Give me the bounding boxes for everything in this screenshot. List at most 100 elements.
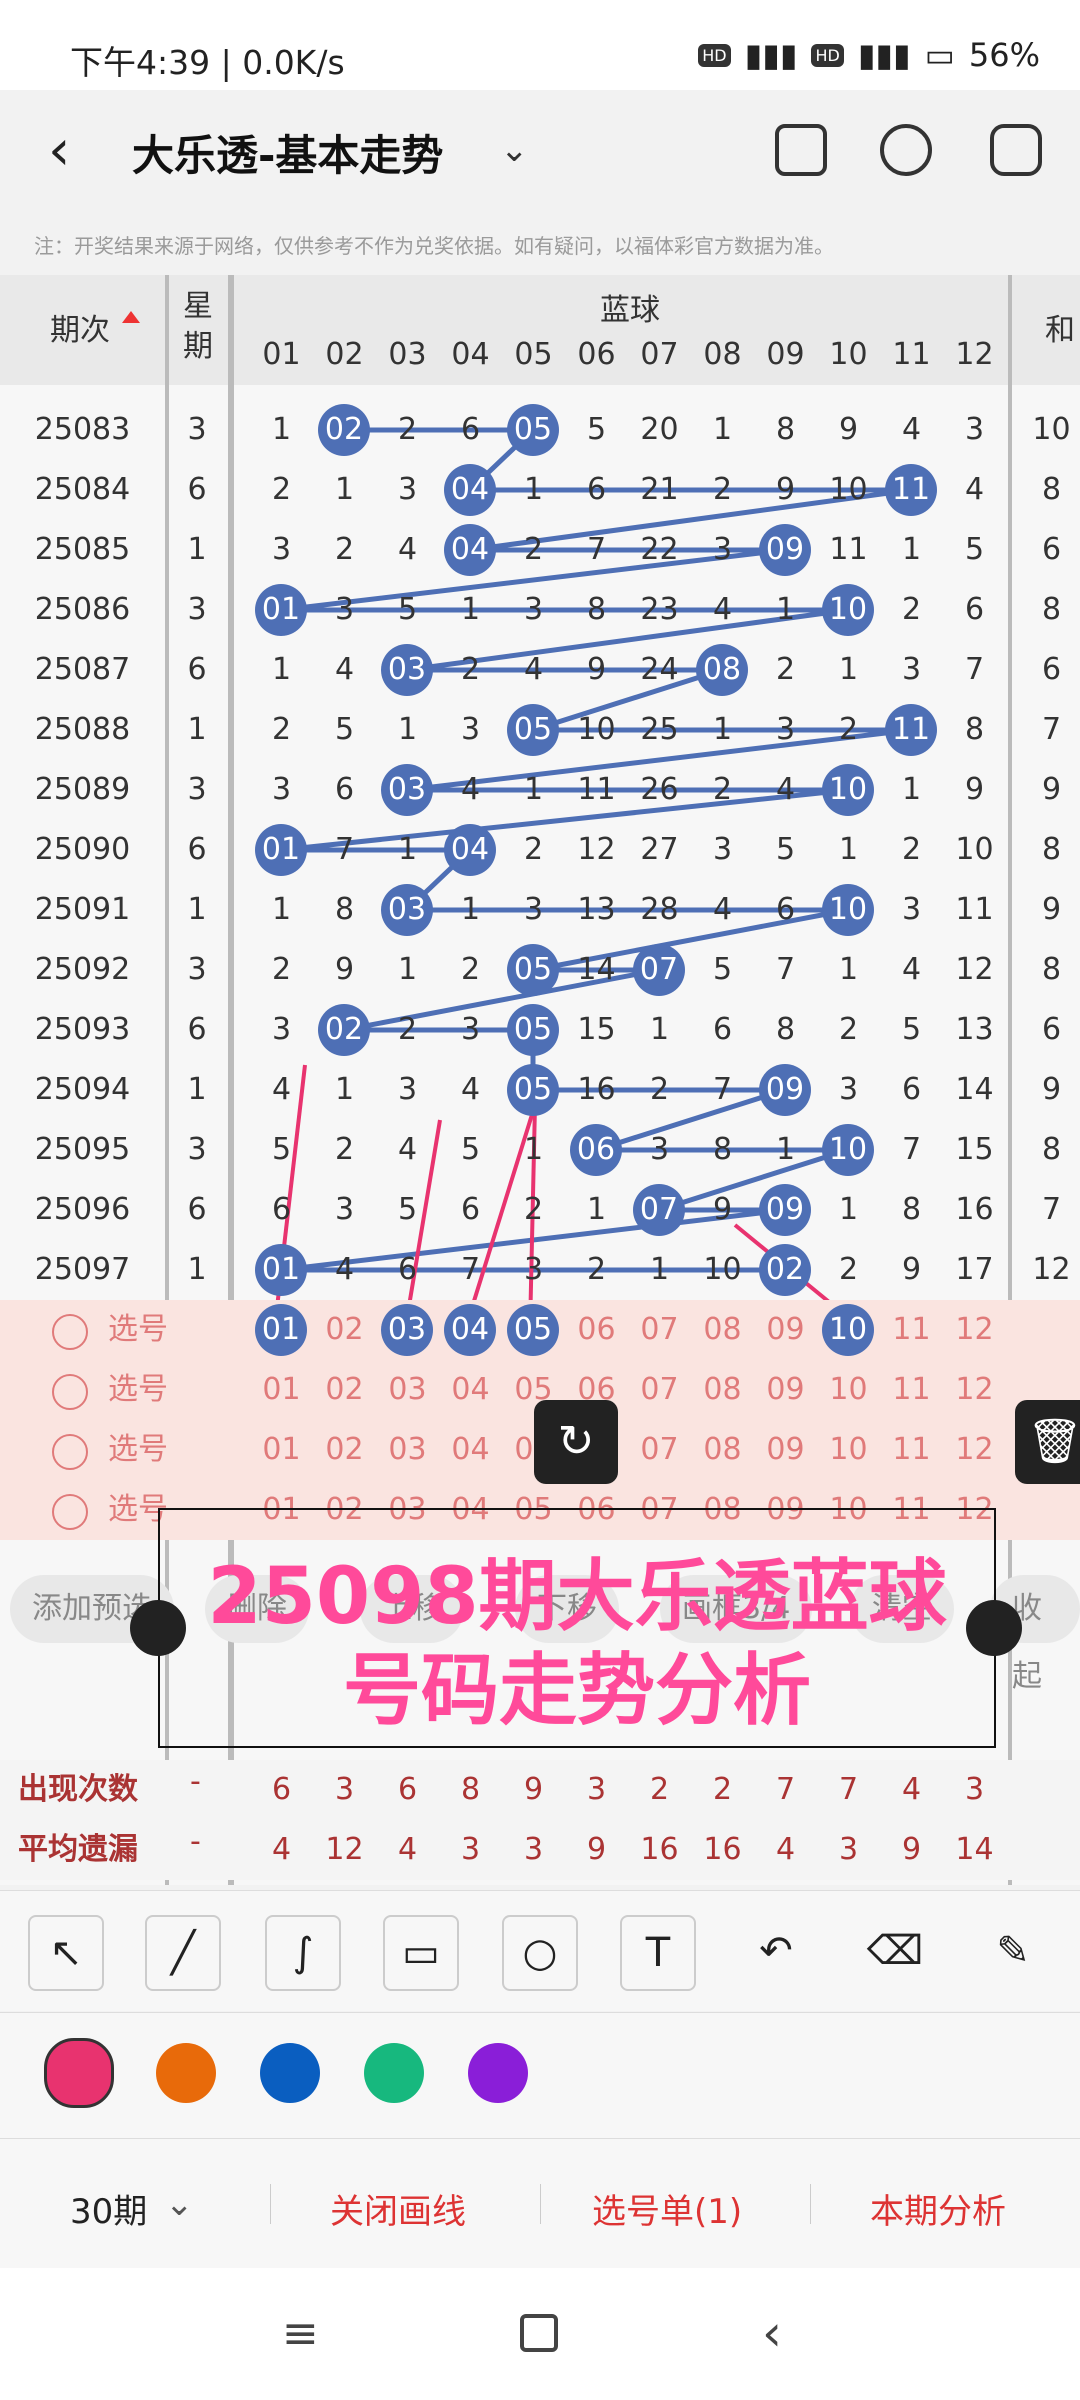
pick-radio[interactable] [52, 1434, 88, 1470]
pick-row[interactable]: 选号 010203040506070809101112 [0, 1300, 1080, 1360]
miss-cell: 2 [334, 532, 355, 567]
avg-miss: 9 [586, 1832, 607, 1867]
miss-cell: 1 [271, 892, 292, 927]
table-row: 25093 6 3 02 2 3 05 15 1 6 8 2 5 13 6 [0, 1000, 1080, 1060]
miss-cell: 1 [334, 472, 355, 507]
blue-ball: 03 [381, 884, 433, 936]
pick-number[interactable]: 07 [628, 1300, 691, 1360]
color-swatch-green[interactable] [364, 2043, 424, 2103]
pick-number[interactable]: 09 [754, 1300, 817, 1360]
settings-icon[interactable] [990, 124, 1042, 176]
eraser-icon[interactable]: ⌫ [857, 1915, 933, 1991]
pick-number[interactable]: 10 [817, 1420, 880, 1480]
pick-number[interactable]: 06 [565, 1300, 628, 1360]
row-sum: 9 [1041, 1072, 1062, 1107]
appear-dash: - [190, 1764, 201, 1799]
miss-cell: 4 [775, 772, 796, 807]
miss-cell: 24 [640, 652, 679, 687]
circle-tool-icon[interactable]: ○ [502, 1915, 578, 1991]
period-selector[interactable]: 30期 [70, 2184, 147, 2233]
miss-cell: 2 [460, 652, 481, 687]
pick-number[interactable]: 02 [313, 1420, 376, 1480]
pick-number[interactable]: 04 [439, 1360, 502, 1420]
annotation-text-box[interactable]: 25098期大乐透蓝球 号码走势分析 [158, 1508, 996, 1748]
hd-icon-2: HD [811, 43, 844, 67]
pick-number[interactable]: 11 [880, 1360, 943, 1420]
miss-cell: 1 [397, 832, 418, 867]
pick-number[interactable]: 02 [313, 1360, 376, 1420]
clear-brush-icon[interactable]: ✎ [975, 1915, 1051, 1991]
color-swatch-orange[interactable] [156, 2043, 216, 2103]
pick-number[interactable]: 03 [376, 1420, 439, 1480]
pick-number[interactable]: 12 [943, 1300, 1006, 1360]
miss-cell: 5 [586, 412, 607, 447]
color-swatch-purple[interactable] [468, 2043, 528, 2103]
selected-ball[interactable]: 03 [381, 1304, 433, 1356]
resize-handle-right[interactable] [966, 1600, 1022, 1656]
miss-cell: 2 [712, 772, 733, 807]
selected-ball[interactable]: 04 [444, 1304, 496, 1356]
pick-number[interactable]: 11 [880, 1420, 943, 1480]
row-sum: 9 [1041, 772, 1062, 807]
rect-tool-icon[interactable]: ▭ [383, 1915, 459, 1991]
pick-number[interactable]: 08 [691, 1300, 754, 1360]
text-tool-icon[interactable]: T [620, 1915, 696, 1991]
miss-cell: 7 [901, 1132, 922, 1167]
row-week: 3 [187, 1132, 207, 1167]
pick-number[interactable]: 04 [439, 1420, 502, 1480]
pick-number[interactable]: 12 [943, 1420, 1006, 1480]
pick-number[interactable]: 11 [880, 1300, 943, 1360]
home-icon[interactable] [520, 2314, 558, 2352]
pick-number[interactable]: 03 [376, 1360, 439, 1420]
pick-number[interactable]: 09 [754, 1360, 817, 1420]
pick-number[interactable]: 07 [628, 1420, 691, 1480]
color-swatch-blue[interactable] [260, 2043, 320, 2103]
pick-number[interactable]: 08 [691, 1360, 754, 1420]
back-icon[interactable]: ‹ [48, 118, 70, 183]
pick-number[interactable]: 01 [250, 1360, 313, 1420]
pick-radio[interactable] [52, 1374, 88, 1410]
curve-tool-icon[interactable]: ∫ [265, 1915, 341, 1991]
pick-list-button[interactable]: 选号单(1) [592, 2184, 742, 2233]
blue-ball: 03 [381, 764, 433, 816]
miss-cell: 3 [523, 892, 544, 927]
trash-icon[interactable]: 🗑 [1015, 1400, 1080, 1484]
share-icon[interactable] [880, 124, 932, 176]
analysis-button[interactable]: 本期分析 [870, 2184, 1006, 2233]
selected-ball[interactable]: 01 [255, 1304, 307, 1356]
selected-ball[interactable]: 10 [822, 1304, 874, 1356]
resize-handle-left[interactable] [130, 1600, 186, 1656]
pick-number[interactable]: 02 [313, 1300, 376, 1360]
line-tool-icon[interactable]: ╱ [145, 1915, 221, 1991]
pick-number[interactable]: 12 [943, 1360, 1006, 1420]
back-nav-icon[interactable]: ‹ [762, 2304, 782, 2362]
selected-ball[interactable]: 05 [507, 1304, 559, 1356]
miss-cell: 2 [523, 532, 544, 567]
device-icon[interactable] [775, 124, 827, 176]
page-title[interactable]: 大乐透-基本走势 [132, 122, 443, 183]
pick-number[interactable]: 01 [250, 1420, 313, 1480]
appear-count: 9 [523, 1772, 544, 1807]
pick-number[interactable]: 09 [754, 1420, 817, 1480]
pick-radio[interactable] [52, 1494, 88, 1530]
miss-cell: 5 [334, 712, 355, 747]
miss-cell: 1 [271, 412, 292, 447]
rotate-icon[interactable]: ↻ [534, 1400, 618, 1484]
undo-icon[interactable]: ↶ [738, 1915, 814, 1991]
pick-number[interactable]: 10 [817, 1360, 880, 1420]
menu-icon[interactable]: ≡ [282, 2308, 319, 2359]
pick-radio[interactable] [52, 1314, 88, 1350]
appear-count: 7 [838, 1772, 859, 1807]
blue-ball: 05 [507, 1064, 559, 1116]
pick-number[interactable]: 08 [691, 1420, 754, 1480]
miss-cell: 4 [901, 412, 922, 447]
close-line-button[interactable]: 关闭画线 [330, 2184, 466, 2233]
arrow-tool-icon[interactable]: ↖ [28, 1915, 104, 1991]
color-swatch-pink[interactable] [44, 2038, 114, 2108]
row-week: 6 [187, 1192, 207, 1227]
annotation-line2: 号码走势分析 [342, 1646, 811, 1736]
pick-number[interactable]: 07 [628, 1360, 691, 1420]
miss-cell: 27 [640, 832, 679, 867]
chevron-down-icon[interactable]: ⌄ [500, 130, 529, 170]
blue-ball: 01 [255, 1244, 307, 1296]
